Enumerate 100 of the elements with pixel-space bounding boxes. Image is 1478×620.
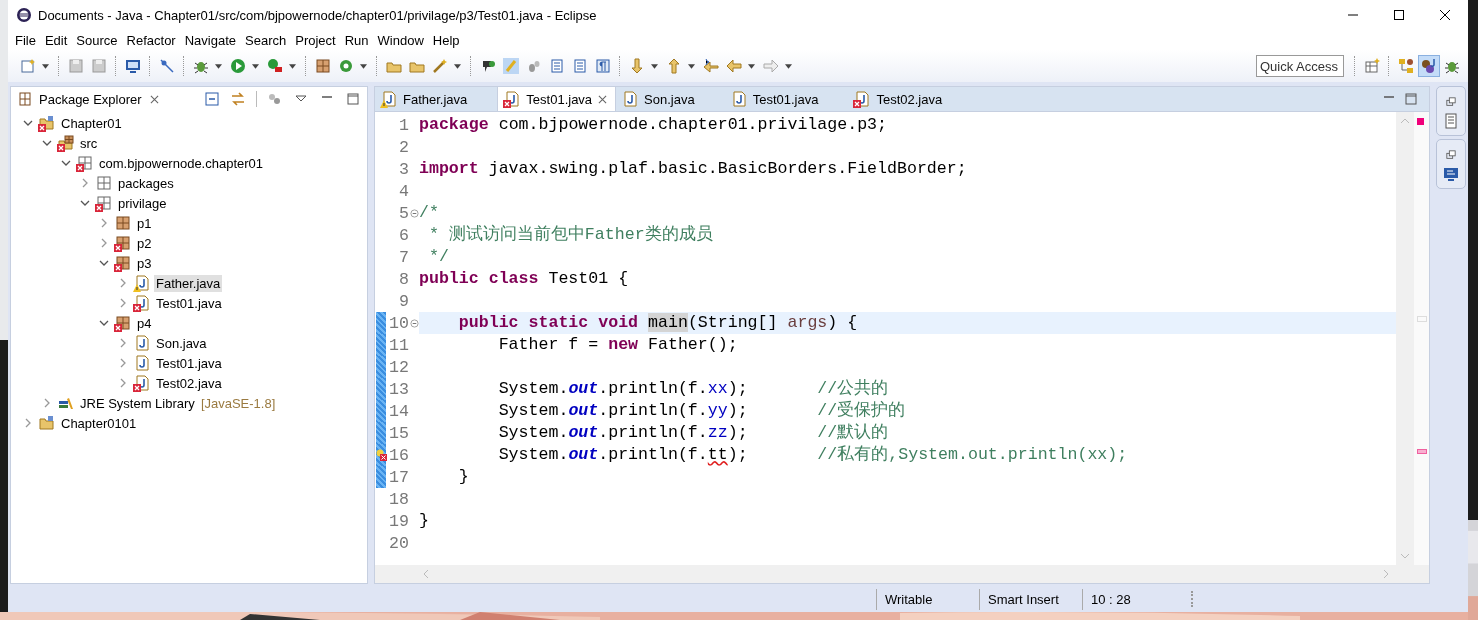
package-icon	[115, 215, 131, 231]
code-line: import javax.swing.plaf.basic.BasicBorders.FieldBorder;	[419, 158, 968, 180]
tree-item[interactable]: p4	[135, 314, 154, 332]
dropdown-caret-icon[interactable]	[651, 63, 658, 69]
tree-item[interactable]: src	[78, 134, 100, 152]
menu-item[interactable]: Navigate	[181, 32, 242, 48]
collapse-all-icon[interactable]	[204, 91, 220, 107]
restore-icon[interactable]	[1446, 97, 1456, 107]
tree-item[interactable]: p1	[135, 214, 154, 232]
save-icon[interactable]	[66, 56, 86, 76]
line-number: 18	[389, 489, 409, 509]
dropdown-caret-icon[interactable]	[360, 63, 367, 69]
line-number: 11	[389, 335, 409, 355]
dropdown-caret-icon[interactable]	[42, 63, 49, 69]
dropdown-caret-icon[interactable]	[454, 63, 461, 69]
menu-item[interactable]: Search	[242, 32, 293, 48]
line-number: 8	[399, 269, 409, 289]
editor-tab[interactable]: Son.java	[616, 87, 725, 111]
document-icon[interactable]	[1443, 113, 1459, 129]
package-icon	[96, 175, 112, 191]
line-number: 13	[389, 379, 409, 399]
dropdown-caret-icon[interactable]	[748, 63, 755, 69]
code-line: /*	[419, 202, 440, 224]
dropdown-caret-icon[interactable]	[785, 63, 792, 69]
line-number: 9	[399, 291, 409, 311]
code-line: System.out.println(f.yy); //受保护的	[497, 400, 907, 422]
dropdown-caret-icon[interactable]	[215, 63, 222, 69]
menu-item[interactable]: Project	[292, 32, 342, 48]
tree-item[interactable]: Son.java	[154, 334, 209, 352]
tree-item[interactable]: Chapter01	[59, 114, 124, 132]
tree-item[interactable]: p3	[135, 254, 154, 272]
close-icon[interactable]	[1440, 10, 1450, 20]
file-icon	[381, 91, 397, 107]
line-number: 20	[389, 533, 409, 553]
monitor-icon[interactable]	[1443, 166, 1459, 182]
editor-tab[interactable]: Test01.java	[724, 87, 849, 111]
tree-item[interactable]: packages	[116, 174, 176, 192]
pilcrow-icon[interactable]	[593, 56, 613, 76]
code-line: }	[457, 466, 470, 488]
tree-item[interactable]: Chapter0101	[59, 414, 139, 432]
tree-item[interactable]: JRE System Library	[78, 394, 197, 412]
maximize-icon[interactable]	[1394, 10, 1404, 20]
menu-item[interactable]: Source	[73, 32, 124, 48]
line-number: 16	[389, 445, 409, 465]
books-icon	[58, 395, 74, 411]
hierarchy-icon[interactable]	[1396, 56, 1416, 76]
file-icon	[730, 91, 747, 107]
window-title: Documents - Java - Chapter01/src/com/bjpowernode/chapter01/privilage/p3/Test01.java - Eclipse	[38, 7, 597, 23]
tree-item[interactable]: Test01.java	[154, 294, 224, 312]
menu-item[interactable]: Edit	[41, 32, 74, 48]
code-line: */	[427, 246, 450, 268]
open-perspective-icon[interactable]	[1362, 56, 1382, 76]
code-line: }	[419, 510, 430, 532]
editor-tab[interactable]: Father.java	[375, 87, 498, 111]
tree-item[interactable]: Test01.java	[154, 354, 224, 372]
tree-item[interactable]: Father.java	[154, 274, 223, 292]
star-arrow-icon[interactable]	[701, 56, 721, 76]
dropdown-caret-icon[interactable]	[289, 63, 296, 69]
line-number: 3	[399, 159, 409, 179]
marker-icon[interactable]	[501, 56, 521, 76]
line-number: 12	[389, 357, 409, 377]
line-number: 7	[399, 247, 409, 267]
editor-tab[interactable]: Test01.java	[497, 87, 617, 111]
dropdown-caret-icon[interactable]	[252, 63, 259, 69]
tree-item-note: [JavaSE-1.8]	[200, 395, 276, 411]
dropdown-caret-icon[interactable]	[688, 63, 695, 69]
status-item: 10 : 28	[1082, 588, 1185, 610]
tree-item[interactable]: privilage	[116, 194, 169, 212]
file-icon	[134, 335, 150, 351]
menu-item[interactable]: Run	[341, 32, 375, 48]
save-all-icon[interactable]	[89, 56, 109, 76]
quick-access-field[interactable]: Quick Access	[1256, 55, 1344, 77]
dots-icon[interactable]	[267, 91, 283, 107]
menu-item[interactable]: Refactor	[123, 32, 182, 48]
java-perspective-icon[interactable]	[1419, 56, 1439, 76]
code-line: System.out.println(f.xx); //公共的	[497, 378, 890, 400]
tree-item[interactable]: com.bjpowernode.chapter01	[97, 154, 266, 172]
editor-tab[interactable]: Test02.java	[848, 87, 973, 111]
menu-item[interactable]: Help	[429, 32, 466, 48]
line-number: 17	[389, 467, 409, 487]
package-icon	[17, 91, 33, 107]
tree-item[interactable]: p2	[135, 234, 154, 252]
line-number: 2	[399, 137, 409, 157]
error-bulb-icon[interactable]	[376, 449, 388, 461]
restore-icon[interactable]	[1446, 150, 1456, 160]
folder-icon	[39, 415, 55, 431]
line-number: 19	[389, 511, 409, 531]
code-line: System.out.println(f.tt); //私有的,System.out.println(xx);	[497, 444, 1129, 466]
package-icon[interactable]	[313, 56, 333, 76]
file-icon	[622, 91, 639, 107]
line-number: 4	[399, 181, 409, 201]
fold-icon[interactable]	[410, 208, 419, 218]
line-number: 14	[389, 401, 409, 421]
fold-icon[interactable]	[410, 318, 419, 328]
menu-item[interactable]: File	[12, 32, 42, 48]
menu-item[interactable]: Window	[374, 32, 430, 48]
run-icon[interactable]	[228, 56, 248, 76]
link-arrows-icon[interactable]	[230, 91, 246, 107]
panel-title[interactable]: Package Explorer	[39, 91, 142, 107]
tree-item[interactable]: Test02.java	[154, 374, 224, 392]
